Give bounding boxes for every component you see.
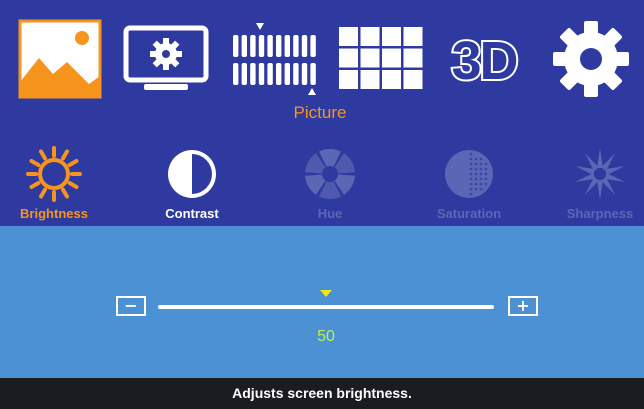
sharpness-icon bbox=[575, 148, 625, 200]
increase-button[interactable]: + bbox=[508, 296, 538, 316]
category-3d[interactable]: 3D bbox=[438, 18, 530, 100]
category-picture[interactable] bbox=[14, 18, 106, 100]
brightness-slider-track[interactable] bbox=[158, 305, 494, 309]
gear-icon bbox=[553, 21, 629, 97]
3d-icon: 3D bbox=[449, 31, 520, 87]
selected-category-label: Picture bbox=[293, 103, 347, 122]
submenu-item-hue: Hue bbox=[270, 140, 390, 226]
submenu-item-contrast[interactable]: Contrast bbox=[132, 140, 252, 226]
submenu-label-contrast: Contrast bbox=[165, 206, 219, 221]
monitor-gear-icon bbox=[123, 25, 209, 90]
category-geometry[interactable] bbox=[226, 18, 324, 100]
help-text: Adjusts screen brightness. bbox=[232, 385, 412, 401]
submenu-label-saturation: Saturation bbox=[436, 206, 502, 221]
submenu-label-hue: Hue bbox=[317, 206, 343, 221]
slider-value: 50 bbox=[317, 328, 335, 345]
pixel-grid-icon bbox=[233, 23, 316, 95]
help-bar: Adjusts screen brightness. bbox=[0, 378, 644, 409]
landscape-icon bbox=[18, 19, 102, 99]
half-circle-icon bbox=[168, 150, 216, 198]
sun-icon bbox=[26, 146, 82, 202]
submenu-bar: Brightness Contrast Hue Saturation Sharp… bbox=[0, 140, 644, 226]
osd-menu: 3D Picture Brightness Contrast Hue Satur… bbox=[0, 0, 644, 409]
decrease-button[interactable]: − bbox=[116, 296, 146, 316]
submenu-item-brightness[interactable]: Brightness bbox=[0, 140, 114, 226]
category-bar: 3D Picture bbox=[0, 0, 644, 130]
adjustment-panel: − + 50 bbox=[0, 226, 644, 378]
grid-icon bbox=[339, 27, 423, 89]
menu-top-panel: 3D Picture Brightness Contrast Hue Satur… bbox=[0, 0, 644, 226]
saturation-icon bbox=[445, 150, 493, 198]
category-setup[interactable] bbox=[546, 18, 636, 100]
category-layout[interactable] bbox=[334, 18, 428, 100]
slider-marker[interactable] bbox=[320, 290, 332, 297]
category-display[interactable] bbox=[118, 18, 214, 100]
submenu-item-saturation: Saturation bbox=[409, 140, 529, 226]
3d-label: 3D bbox=[451, 31, 516, 87]
submenu-label-sharpness: Sharpness bbox=[566, 206, 634, 221]
submenu-label-brightness: Brightness bbox=[20, 206, 88, 221]
hue-wheel-icon bbox=[305, 149, 355, 199]
submenu-item-sharpness: Sharpness bbox=[540, 140, 644, 226]
